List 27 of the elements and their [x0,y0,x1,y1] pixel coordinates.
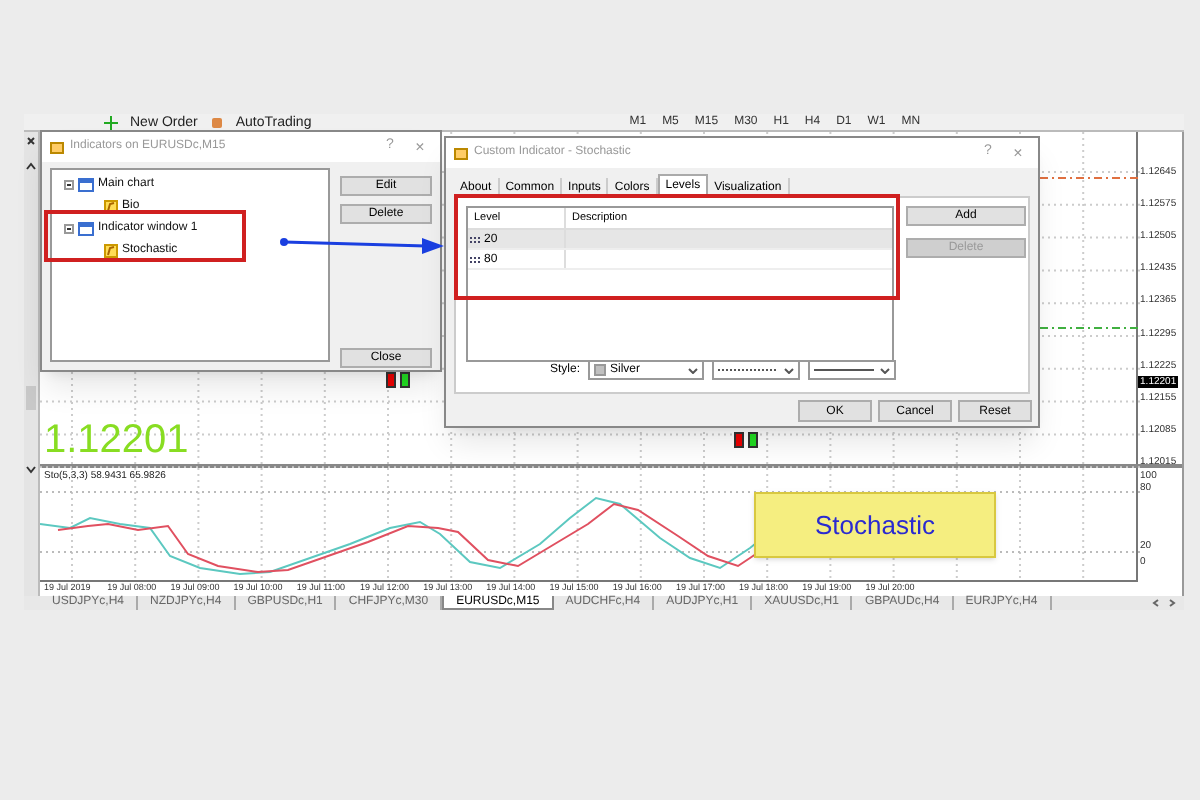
price-level-line [1040,176,1140,180]
chevron-down-icon [880,367,891,373]
close-icon [26,136,36,146]
scrollbar-thumb[interactable] [26,386,36,410]
level-icon [470,255,482,263]
line-width-select[interactable] [808,360,897,380]
price-level-line [1040,326,1140,330]
line-preview-icon [814,366,875,374]
scroll-up-icon [26,162,36,170]
window-icon [78,177,94,191]
line-style-select[interactable] [712,360,801,380]
plus-icon [104,115,118,129]
collapse-icon[interactable] [64,179,74,189]
collapse-icon[interactable] [64,223,74,233]
callout-note: Stochastic [754,492,996,558]
price-readout: 1.12201 [44,420,189,460]
color-swatch [594,364,607,376]
window-icon [78,221,94,235]
indicator-icon [104,243,118,257]
line-preview-icon [718,366,779,374]
window-icon [454,147,468,159]
scroll-arrows-icon [1152,598,1176,608]
scroll-down-icon [26,466,36,474]
window-icon [50,141,64,153]
level-icon [470,235,482,243]
chevron-down-icon [688,367,699,373]
chevron-down-icon [784,367,795,373]
